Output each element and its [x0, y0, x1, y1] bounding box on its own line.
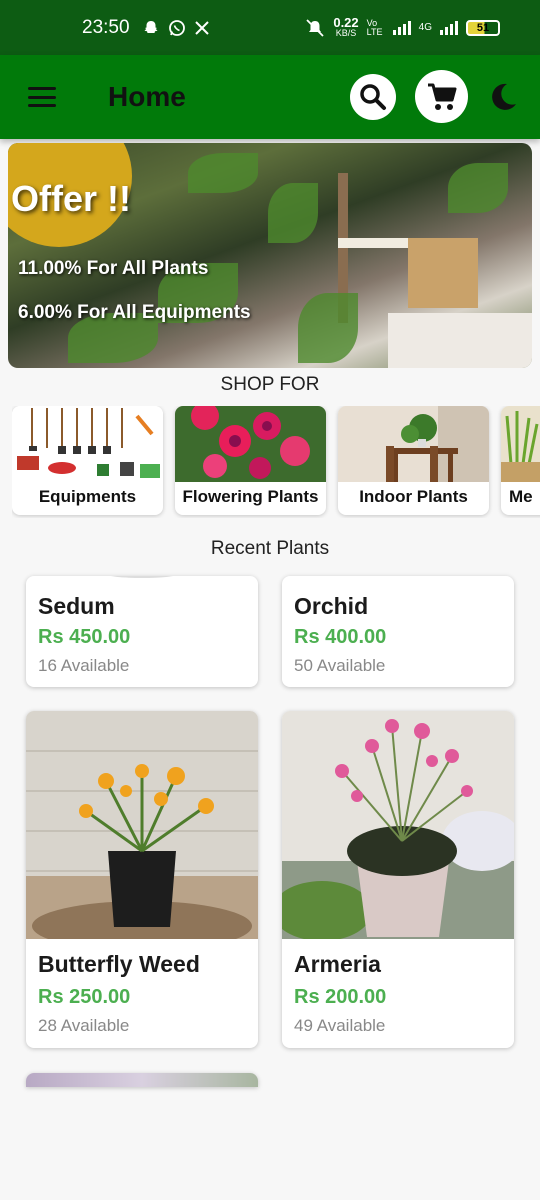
- mute-icon: [306, 18, 324, 37]
- category-label: Indoor Plants: [359, 487, 468, 506]
- plant-name: Butterfly Weed: [38, 951, 200, 977]
- whatsapp-icon: [168, 19, 185, 36]
- plant-card-orchid[interactable]: Orchid Rs 400.00 50 Available: [282, 576, 514, 687]
- net-speed: 0.22: [333, 14, 359, 30]
- shop-for-heading: SHOP FOR: [220, 374, 320, 395]
- armeria-image: [282, 711, 514, 939]
- battery-icon: 51: [466, 19, 500, 36]
- offer-banner[interactable]: Offer !! 11.00% For All Plants 6.00% For…: [8, 143, 532, 368]
- plant-name: Sedum: [38, 593, 115, 619]
- category-indoor-plants[interactable]: Indoor Plants: [338, 406, 489, 515]
- app-bar: Home: [0, 55, 540, 139]
- theme-toggle-button[interactable]: [488, 82, 518, 112]
- battery-level: 51: [476, 21, 490, 34]
- category-equipments[interactable]: Equipments: [12, 406, 163, 515]
- volte-label: Vo LTE: [366, 17, 383, 37]
- banner-shelf: [338, 238, 408, 248]
- cart-button[interactable]: [415, 70, 468, 123]
- butterfly-weed-image: [26, 711, 258, 939]
- banner-counter: [388, 313, 532, 368]
- plant-card-armeria[interactable]: Armeria Rs 200.00 49 Available: [282, 711, 514, 1048]
- net-unit: KB/S: [335, 27, 357, 38]
- recent-plants-heading: Recent Plants: [210, 538, 330, 559]
- offer-line-plants: 11.00% For All Plants: [18, 258, 209, 279]
- moon-icon: [492, 83, 516, 110]
- status-time: 23:50: [82, 16, 130, 38]
- category-flowering-plants[interactable]: Flowering Plants: [175, 406, 326, 515]
- signal-icon: [392, 20, 411, 35]
- search-icon: [360, 84, 386, 110]
- plant-price: Rs 200.00: [294, 986, 387, 1008]
- indoor-plants-image: [338, 406, 489, 482]
- status-bar: 23:50 0.22 KB/S Vo LTE 4G 51: [0, 0, 540, 55]
- category-medicinal[interactable]: Me: [501, 406, 540, 515]
- plant-price: Rs 400.00: [294, 626, 387, 648]
- plant-image-edge: [106, 576, 178, 578]
- x-icon: [194, 20, 209, 35]
- plant-availability: 49 Available: [294, 1016, 386, 1035]
- network-type: 4G: [418, 22, 432, 33]
- signal-icon-2: [440, 20, 458, 35]
- category-label: Me: [509, 487, 533, 506]
- plant-price: Rs 450.00: [38, 626, 131, 648]
- plant-card-butterfly-weed[interactable]: Butterfly Weed Rs 250.00 28 Available: [26, 711, 258, 1048]
- search-button[interactable]: [350, 74, 396, 120]
- category-label: Equipments: [38, 487, 137, 506]
- menu-icon[interactable]: [28, 87, 56, 107]
- plant-availability: 16 Available: [38, 656, 130, 675]
- category-label: Flowering Plants: [182, 487, 319, 506]
- plant-availability: 28 Available: [38, 1016, 130, 1035]
- offer-title: Offer !!: [11, 178, 131, 219]
- offer-line-equipments: 6.00% For All Equipments: [18, 302, 251, 323]
- medicinal-plants-image: [501, 406, 540, 482]
- plant-price: Rs 250.00: [38, 986, 131, 1008]
- plant-name: Orchid: [294, 593, 369, 619]
- category-list[interactable]: Equipments Flowering Plants Indoor Plant…: [12, 406, 540, 518]
- page-title: Home: [108, 81, 186, 112]
- plant-availability: 50 Available: [294, 656, 386, 675]
- banner-display: [408, 238, 478, 308]
- equipments-image: [12, 406, 163, 482]
- flowering-plants-image: [175, 406, 326, 482]
- snapchat-icon: [144, 20, 158, 33]
- cart-icon: [427, 83, 456, 110]
- plant-name: Armeria: [294, 951, 381, 977]
- plant-card-partial[interactable]: [26, 1073, 258, 1087]
- plant-card-sedum[interactable]: Sedum Rs 450.00 16 Available: [26, 576, 258, 687]
